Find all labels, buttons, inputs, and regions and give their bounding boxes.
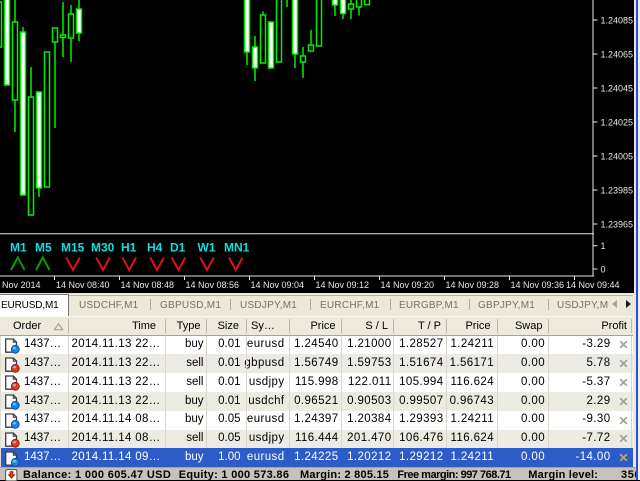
svg-text:M15: M15 <box>61 241 85 255</box>
svg-text:M30: M30 <box>91 241 115 255</box>
svg-text:1.24065: 1.24065 <box>601 50 634 60</box>
svg-text:14 Nov 09:04: 14 Nov 09:04 <box>251 280 305 290</box>
svg-text:D1: D1 <box>170 241 186 255</box>
svg-text:14 Nov 09:36: 14 Nov 09:36 <box>511 280 565 290</box>
svg-text:M5: M5 <box>35 241 52 255</box>
svg-text:H4: H4 <box>147 241 163 255</box>
svg-text:1.24085: 1.24085 <box>601 16 634 26</box>
svg-text:M1: M1 <box>10 241 27 255</box>
svg-text:14 Nov 09:44: 14 Nov 09:44 <box>566 280 620 290</box>
svg-text:1.23965: 1.23965 <box>601 220 634 230</box>
svg-text:1.23985: 1.23985 <box>601 186 634 196</box>
svg-text:H1: H1 <box>121 241 137 255</box>
svg-text:14 Nov 09:12: 14 Nov 09:12 <box>316 280 370 290</box>
svg-text:14 Nov 09:20: 14 Nov 09:20 <box>381 280 435 290</box>
svg-text:1: 1 <box>601 241 606 251</box>
svg-text:14 Nov 08:48: 14 Nov 08:48 <box>121 280 175 290</box>
svg-text:MN1: MN1 <box>224 241 250 255</box>
svg-text:1.24025: 1.24025 <box>601 118 634 128</box>
svg-text:Nov 2014: Nov 2014 <box>2 280 41 290</box>
svg-text:0: 0 <box>601 265 606 275</box>
svg-text:14 Nov 09:28: 14 Nov 09:28 <box>446 280 500 290</box>
svg-text:W1: W1 <box>198 241 216 255</box>
svg-text:1.24005: 1.24005 <box>601 152 634 162</box>
svg-text:14 Nov 08:56: 14 Nov 08:56 <box>186 280 240 290</box>
svg-text:14 Nov 08:40: 14 Nov 08:40 <box>56 280 110 290</box>
svg-text:1.24045: 1.24045 <box>601 84 634 94</box>
